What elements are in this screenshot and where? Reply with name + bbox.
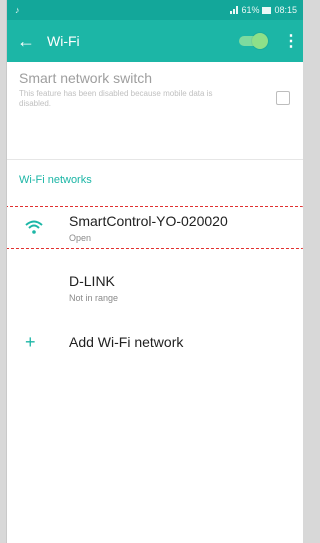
plus-icon: + bbox=[25, 331, 36, 352]
app-bar: ← Wi-Fi ⋮ bbox=[7, 20, 303, 62]
network-text: D-LINK Not in range bbox=[69, 273, 118, 303]
signal-icon bbox=[230, 6, 239, 14]
add-network-label: Add Wi-Fi network bbox=[69, 334, 184, 350]
highlight-annotation bbox=[7, 206, 303, 249]
network-name: D-LINK bbox=[69, 273, 115, 289]
wifi-networks-header: Wi-Fi networks bbox=[19, 174, 92, 186]
phone-screen: ♪ 61% 08:15 ← Wi-Fi ⋮ Smart network swit… bbox=[7, 0, 303, 543]
network-item-dlink[interactable]: D-LINK Not in range bbox=[7, 258, 303, 318]
status-time: 08:15 bbox=[274, 5, 297, 15]
smart-switch-title: Smart network switch bbox=[19, 70, 153, 86]
toggle-knob bbox=[252, 33, 268, 49]
battery-icon bbox=[262, 6, 272, 14]
notification-icon: ♪ bbox=[15, 5, 20, 15]
status-right: 61% 08:15 bbox=[230, 5, 297, 15]
arrow-left-icon[interactable]: ← bbox=[17, 32, 41, 50]
smart-switch-checkbox[interactable] bbox=[276, 91, 290, 105]
smart-network-switch[interactable]: Smart network switch This feature has be… bbox=[7, 62, 303, 160]
network-status: Not in range bbox=[69, 293, 119, 303]
status-bar: ♪ 61% 08:15 bbox=[7, 0, 303, 20]
more-vert-icon[interactable]: ⋮ bbox=[283, 31, 299, 51]
battery-percent: 61% bbox=[241, 5, 260, 15]
page-title: Wi-Fi bbox=[47, 33, 80, 49]
add-wifi-network-button[interactable]: + Add Wi-Fi network bbox=[7, 318, 303, 366]
smart-switch-description: This feature has been disabled because m… bbox=[19, 89, 213, 108]
wifi-toggle[interactable] bbox=[239, 33, 268, 49]
